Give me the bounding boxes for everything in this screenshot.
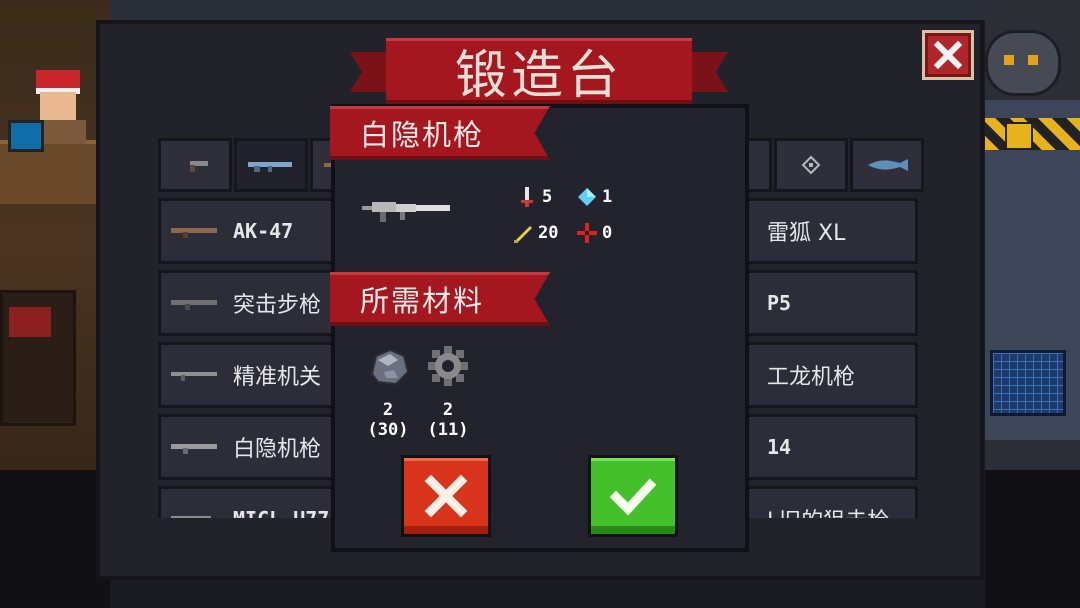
weapon-list-left: AK-47 突击步枪 精准机关 白隐机枪 MICL-U77	[158, 198, 338, 518]
forge-title: 锻造台	[454, 46, 623, 106]
weapon-row[interactable]: AK-47	[158, 198, 338, 264]
crosshair-icon	[801, 155, 821, 175]
materials-ribbon: 所需材料	[330, 272, 550, 326]
cancel-button[interactable]	[401, 455, 491, 537]
pistol-icon	[190, 161, 208, 172]
construction-sign-icon	[1005, 122, 1033, 150]
craft-dialog	[331, 104, 749, 552]
pc-screen	[8, 120, 44, 152]
weapon-name: P5	[767, 291, 792, 315]
weapon-list-right: 雷狐 XL P5 工龙机枪 14 L旧的狙击枪	[742, 198, 918, 518]
weapon-name: 14	[767, 435, 792, 459]
tab-pistol[interactable]	[158, 138, 232, 192]
weapon-name: 雷狐 XL	[767, 221, 846, 246]
weapon-name: L旧的狙击枪	[767, 503, 889, 518]
weapon-row[interactable]: 工龙机枪	[742, 342, 918, 408]
machine-gun-icon	[171, 444, 217, 454]
crosshair-icon	[577, 223, 597, 243]
deer-statue	[0, 290, 76, 426]
weapon-name: 工龙机枪	[767, 365, 856, 390]
weapon-row[interactable]: 精准机关	[158, 342, 338, 408]
sword-icon	[521, 187, 533, 207]
weapon-row[interactable]: 雷狐 XL	[742, 198, 918, 264]
close-icon	[933, 40, 963, 70]
crit-stat: 20	[512, 222, 558, 244]
forge-title-ribbon: 锻造台	[350, 38, 728, 106]
rifle-icon	[248, 162, 292, 172]
material-required-count: 2	[442, 400, 454, 420]
close-button[interactable]	[922, 30, 974, 80]
material-required-count: 2	[382, 400, 394, 420]
left-room	[0, 0, 110, 608]
selected-weapon-name: 白隐机枪	[360, 117, 485, 152]
weapon-name: MICL-U77	[233, 507, 329, 518]
assault-rifle-icon	[171, 300, 217, 310]
tab-fish-gun[interactable]	[850, 138, 924, 192]
weapon-name: 精准机关	[233, 365, 322, 390]
material-owned-count: (30)	[367, 420, 409, 440]
inaccuracy-stat: 0	[576, 222, 612, 244]
blueprint-monitor	[990, 350, 1066, 416]
material-ore: 2 (30)	[358, 344, 418, 440]
floor	[985, 470, 1080, 608]
energy-stat: 1	[576, 186, 612, 208]
weapon-row[interactable]: MICL-U77	[158, 486, 338, 518]
weapon-name: AK-47	[233, 219, 294, 243]
precision-gun-icon	[171, 372, 217, 381]
machine-gun-icon	[362, 202, 450, 222]
top-wall	[110, 0, 985, 20]
weapon-row[interactable]: P5	[742, 270, 918, 336]
gear-part-icon	[428, 346, 468, 386]
weapon-name: 白隐机枪	[233, 437, 322, 462]
materials-label: 所需材料	[360, 283, 485, 318]
damage-stat: 5	[516, 186, 552, 208]
weapon-row[interactable]: L旧的狙击枪	[742, 486, 918, 518]
weapon-row[interactable]: 突击步枪	[158, 270, 338, 336]
fish-gun-icon	[868, 159, 908, 171]
robot-npc	[985, 30, 1061, 96]
confirm-button[interactable]	[588, 455, 678, 537]
tab-crosshair[interactable]	[774, 138, 848, 192]
weapon-row[interactable]: 14	[742, 414, 918, 480]
material-gear: 2 (11)	[418, 344, 478, 440]
weapon-name-ribbon: 白隐机枪	[330, 106, 550, 160]
smg-icon	[171, 516, 211, 518]
right-room	[985, 0, 1080, 608]
floor	[0, 470, 110, 608]
ak47-icon	[171, 228, 217, 238]
checkmark-icon	[610, 478, 656, 516]
tab-rifle[interactable]	[234, 138, 308, 192]
blade-icon	[514, 226, 532, 243]
ore-icon	[370, 348, 410, 386]
material-owned-count: (11)	[427, 420, 469, 440]
x-icon	[424, 474, 468, 518]
weapon-name: 突击步枪	[233, 293, 322, 318]
weapon-row[interactable]: 白隐机枪	[158, 414, 338, 480]
diamond-icon	[578, 188, 596, 206]
